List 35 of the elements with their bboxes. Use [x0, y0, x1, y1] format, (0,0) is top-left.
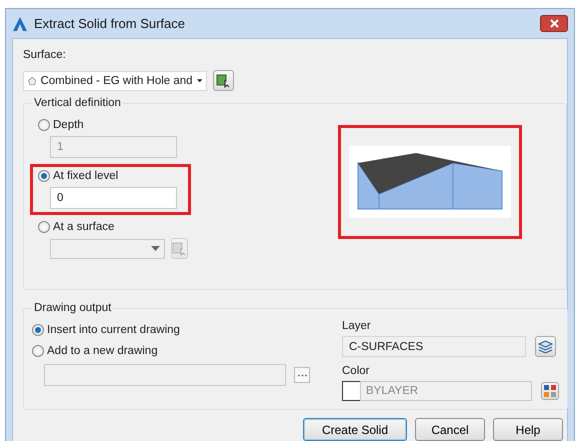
value-field[interactable]: 0 — [50, 187, 177, 209]
drawing-output-title: Drawing output — [33, 302, 112, 314]
radio-label: At a surface — [53, 221, 114, 233]
drawing-path-field[interactable] — [44, 364, 286, 386]
radio-label: Depth — [53, 119, 84, 131]
close-icon — [550, 19, 558, 28]
browse-button[interactable] — [294, 367, 310, 383]
radio-label: Insert into current drawing — [47, 324, 180, 336]
close-button[interactable] — [540, 15, 568, 32]
layer-label: Layer — [342, 320, 372, 332]
pick-cursor-icon — [172, 241, 187, 256]
pick-surface-button[interactable] — [213, 70, 234, 91]
radio-label: Add to a new drawing — [47, 345, 158, 357]
radio-button[interactable] — [32, 345, 44, 357]
radio-button[interactable] — [32, 324, 44, 336]
dropdown-arrow-icon — [151, 246, 160, 252]
color-button[interactable] — [541, 382, 559, 400]
vertical-definition-title: Vertical definition — [33, 97, 122, 109]
dialog-button[interactable]: Help — [493, 418, 563, 441]
layer-button[interactable] — [535, 336, 556, 357]
layers-icon — [538, 340, 553, 354]
layer-field[interactable]: C-SURFACES — [342, 336, 526, 357]
color-label: Color — [342, 365, 370, 377]
radio-label: At fixed level — [53, 170, 118, 182]
app-logo-icon — [12, 16, 28, 32]
color-palette-icon — [544, 385, 556, 397]
surface-dropdown[interactable]: Combined - EG with Hole and — [23, 70, 207, 90]
dialog-button[interactable]: Create Solid — [303, 418, 407, 441]
ellipsis-icon — [298, 374, 306, 376]
surface-label: Surface: — [23, 49, 67, 61]
dialog-button[interactable]: Cancel — [415, 418, 485, 441]
pick-cursor-icon — [216, 73, 231, 88]
radio-button[interactable] — [38, 170, 50, 182]
window-title: Extract Solid from Surface — [34, 16, 185, 31]
dropdown-arrow-icon — [196, 78, 202, 84]
